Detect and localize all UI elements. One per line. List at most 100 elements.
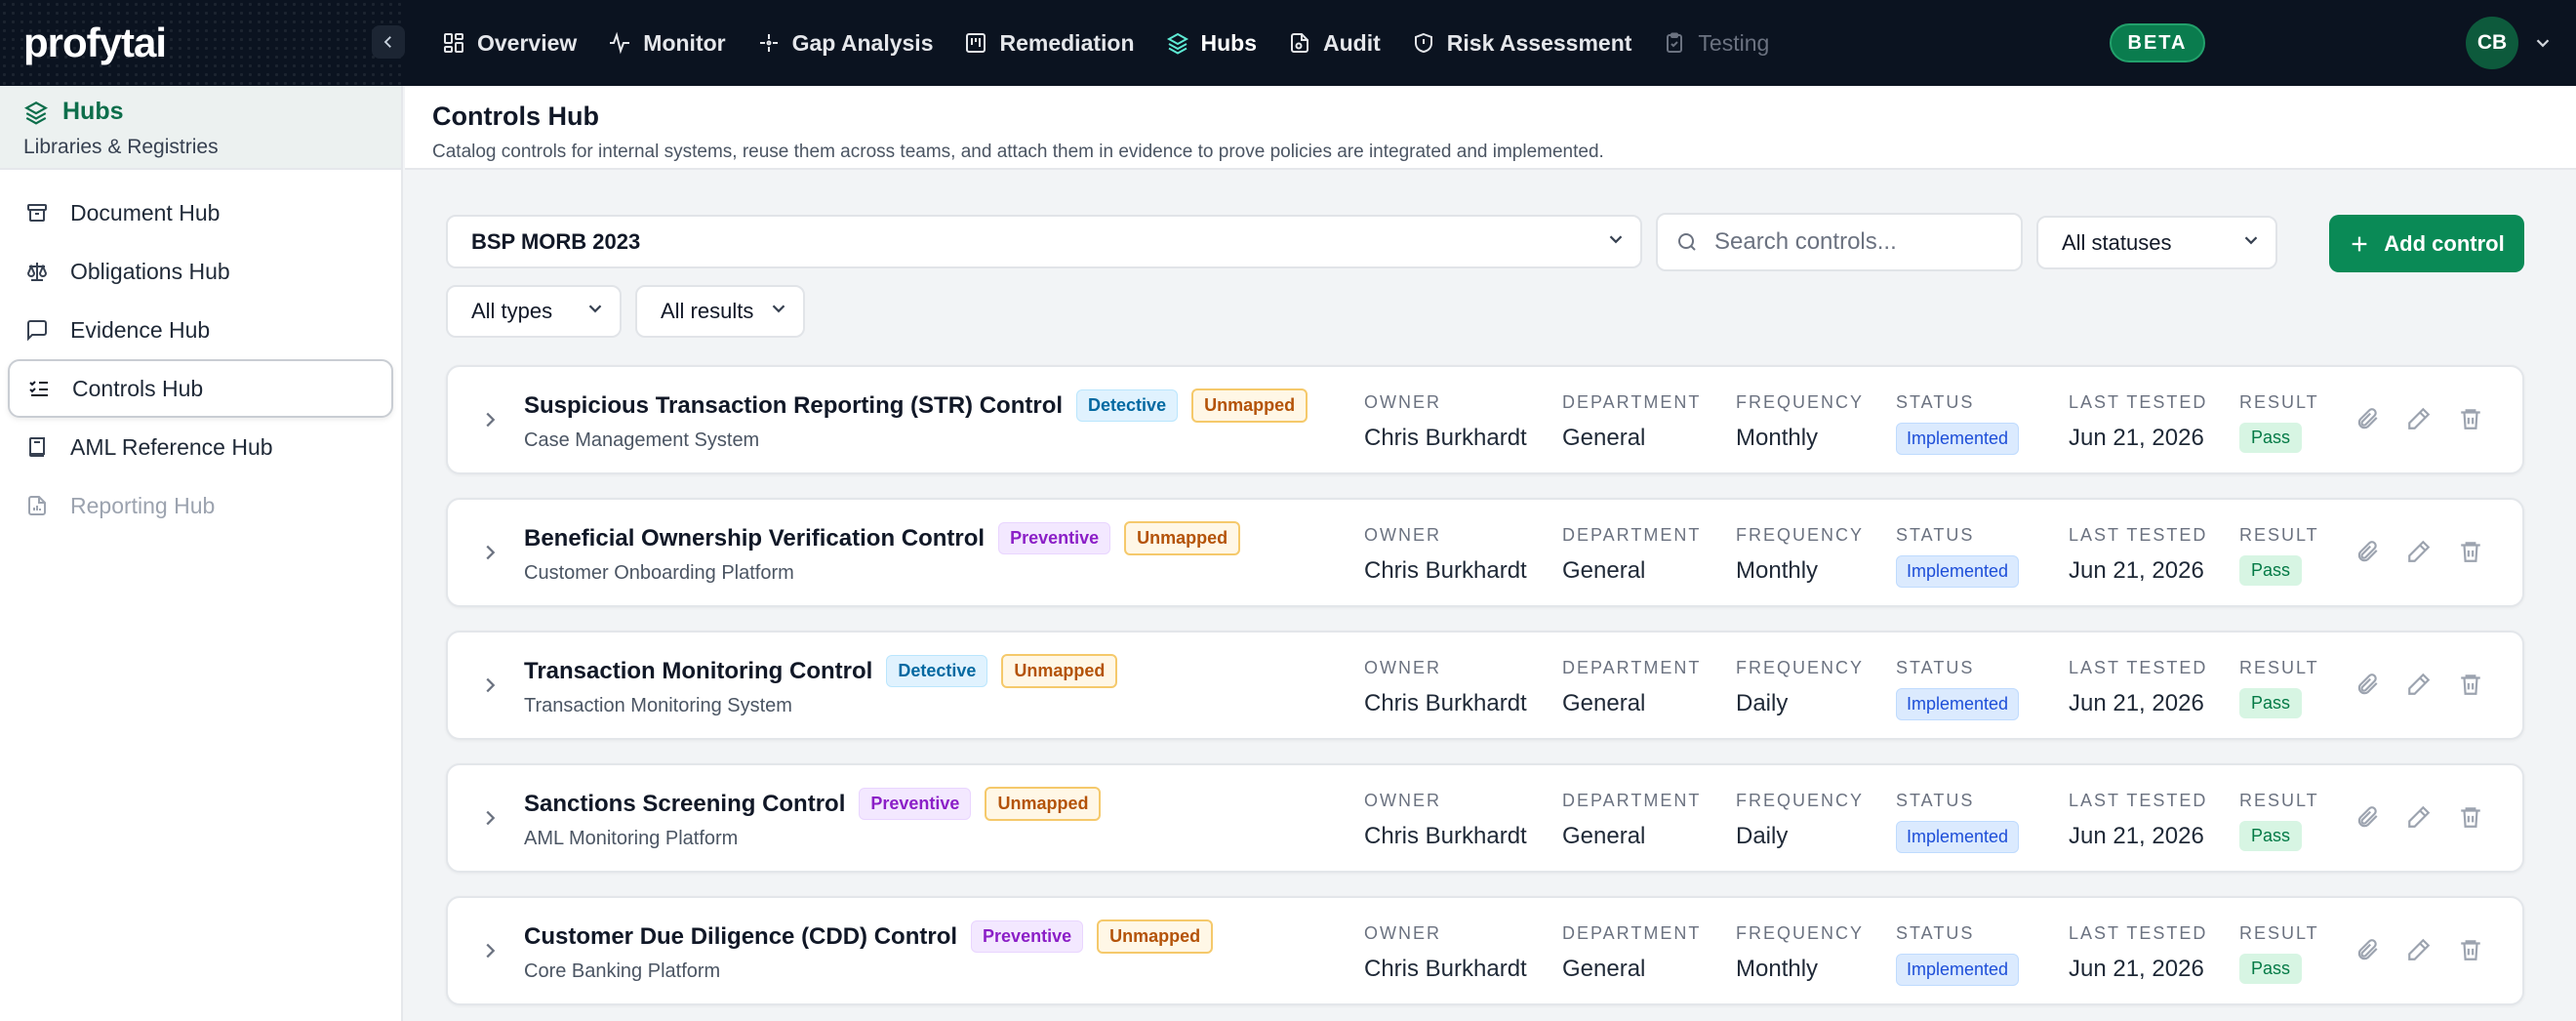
delete-button[interactable] bbox=[2458, 937, 2483, 962]
sidebar-item-document-hub[interactable]: Document Hub bbox=[8, 184, 393, 242]
department-cell: DEPARTMENT General bbox=[1562, 791, 1701, 850]
sidebar-item-label: Reporting Hub bbox=[70, 492, 216, 518]
file-search-icon bbox=[1291, 33, 1309, 53]
sidebar-item-controls-hub[interactable]: Controls Hub bbox=[8, 359, 393, 418]
edit-button[interactable] bbox=[2406, 804, 2432, 830]
kanban-icon bbox=[966, 33, 986, 53]
sidebar-subtitle: Libraries & Registries bbox=[23, 136, 219, 158]
add-control-button[interactable]: Add control bbox=[2329, 215, 2524, 272]
edit-button[interactable] bbox=[2406, 937, 2432, 962]
control-name[interactable]: Suspicious Transaction Reporting (STR) C… bbox=[524, 392, 1063, 420]
sidebar-item-aml-reference-hub[interactable]: AML Reference Hub bbox=[8, 418, 393, 476]
last-tested-label: LAST TESTED bbox=[2069, 791, 2208, 810]
sidebar-collapse-button[interactable] bbox=[372, 25, 405, 59]
control-row[interactable]: Beneficial Ownership Verification Contro… bbox=[446, 498, 2524, 607]
attach-button[interactable] bbox=[2355, 672, 2380, 697]
nav-audit[interactable]: Audit bbox=[1288, 0, 1381, 86]
nav-gap-analysis[interactable]: Gap Analysis bbox=[757, 0, 933, 86]
edit-button[interactable] bbox=[2406, 672, 2432, 697]
nav-testing[interactable]: Testing bbox=[1663, 0, 1769, 86]
search-placeholder: Search controls... bbox=[1714, 228, 1897, 255]
attach-button[interactable] bbox=[2355, 804, 2380, 830]
edit-button[interactable] bbox=[2406, 406, 2432, 431]
pencil-icon bbox=[2408, 407, 2431, 429]
result-badge: Pass bbox=[2239, 555, 2303, 586]
paperclip-icon bbox=[2357, 408, 2378, 429]
sidebar: Hubs Libraries & Registries Document Hub… bbox=[0, 86, 403, 1021]
nav-remediation[interactable]: Remediation bbox=[964, 0, 1135, 86]
user-avatar[interactable]: CB bbox=[2466, 17, 2518, 69]
expand-row-button[interactable] bbox=[479, 807, 501, 834]
framework-select[interactable]: BSP MORB 2023 bbox=[446, 215, 1642, 268]
attach-button[interactable] bbox=[2355, 406, 2380, 431]
delete-button[interactable] bbox=[2458, 804, 2483, 830]
mapping-badge: Unmapped bbox=[1001, 654, 1118, 688]
delete-button[interactable] bbox=[2458, 406, 2483, 431]
control-row[interactable]: Customer Due Diligence (CDD) Control Pre… bbox=[446, 896, 2524, 1005]
status-select[interactable]: All statuses bbox=[2036, 216, 2277, 269]
trash-icon bbox=[2461, 409, 2480, 429]
search-input[interactable]: Search controls... bbox=[1656, 213, 2023, 271]
last-tested-cell: LAST TESTED Jun 21, 2026 bbox=[2069, 392, 2207, 452]
app-logo[interactable]: profytai bbox=[23, 20, 167, 66]
layers-icon bbox=[24, 101, 48, 125]
control-name[interactable]: Beneficial Ownership Verification Contro… bbox=[524, 525, 985, 552]
status-cell: STATUS Implemented bbox=[1896, 791, 2020, 853]
sidebar-title: Hubs bbox=[23, 98, 378, 126]
status-label: STATUS bbox=[1896, 791, 1975, 810]
control-name[interactable]: Sanctions Screening Control bbox=[524, 791, 845, 818]
attach-button[interactable] bbox=[2355, 937, 2380, 962]
result-label: RESULT bbox=[2239, 525, 2319, 545]
expand-row-button[interactable] bbox=[479, 542, 501, 568]
frequency-cell: FREQUENCY Monthly bbox=[1736, 525, 1864, 585]
sidebar-item-evidence-hub[interactable]: Evidence Hub bbox=[8, 301, 393, 359]
sidebar-item-reporting-hub[interactable]: Reporting Hub bbox=[8, 476, 393, 535]
status-label: STATUS bbox=[1896, 658, 1975, 677]
trash-icon bbox=[2461, 807, 2480, 828]
result-select[interactable]: All results bbox=[635, 285, 805, 338]
control-row[interactable]: Suspicious Transaction Reporting (STR) C… bbox=[446, 365, 2524, 474]
status-badge: Implemented bbox=[1896, 423, 2020, 455]
nav-overview[interactable]: Overview bbox=[442, 0, 577, 86]
nav-risk-assessment[interactable]: Risk Assessment bbox=[1412, 0, 1631, 86]
result-label: RESULT bbox=[2239, 658, 2319, 677]
owner-label: OWNER bbox=[1364, 658, 1441, 677]
expand-row-button[interactable] bbox=[479, 940, 501, 966]
last-tested-value: Jun 21, 2026 bbox=[2069, 956, 2204, 982]
owner-cell: OWNER Chris Burkhardt bbox=[1364, 923, 1527, 983]
control-system: Customer Onboarding Platform bbox=[524, 562, 794, 584]
status-label: STATUS bbox=[1896, 392, 1975, 412]
delete-button[interactable] bbox=[2458, 672, 2483, 697]
expand-row-button[interactable] bbox=[479, 409, 501, 435]
nav-hubs[interactable]: Hubs bbox=[1166, 0, 1257, 86]
last-tested-cell: LAST TESTED Jun 21, 2026 bbox=[2069, 658, 2207, 717]
result-select-value: All results bbox=[661, 299, 754, 323]
attach-button[interactable] bbox=[2355, 539, 2380, 564]
sidebar-item-obligations-hub[interactable]: Obligations Hub bbox=[8, 242, 393, 301]
delete-button[interactable] bbox=[2458, 539, 2483, 564]
paperclip-icon bbox=[2357, 939, 2378, 960]
control-row[interactable]: Sanctions Screening Control Preventive U… bbox=[446, 763, 2524, 873]
owner-value: Chris Burkhardt bbox=[1364, 557, 1527, 584]
control-name-line: Transaction Monitoring Control Detective… bbox=[524, 654, 1131, 688]
status-select-value: All statuses bbox=[2062, 229, 2172, 255]
result-cell: RESULT Pass bbox=[2239, 392, 2319, 453]
search-icon bbox=[1678, 233, 1696, 251]
owner-label: OWNER bbox=[1364, 791, 1441, 810]
user-menu-chevron[interactable] bbox=[2532, 32, 2554, 59]
chevron-right-icon bbox=[486, 412, 496, 428]
type-select[interactable]: All types bbox=[446, 285, 622, 338]
nav-monitor[interactable]: Monitor bbox=[608, 0, 726, 86]
expand-row-button[interactable] bbox=[479, 674, 501, 701]
page-header: Controls Hub Catalog controls for intern… bbox=[405, 86, 2576, 170]
control-name[interactable]: Transaction Monitoring Control bbox=[524, 658, 872, 685]
last-tested-value: Jun 21, 2026 bbox=[2069, 557, 2204, 584]
control-row[interactable]: Transaction Monitoring Control Detective… bbox=[446, 631, 2524, 740]
department-label: DEPARTMENT bbox=[1562, 923, 1702, 943]
control-name[interactable]: Customer Due Diligence (CDD) Control bbox=[524, 923, 957, 951]
mapping-badge: Unmapped bbox=[1124, 521, 1241, 555]
edit-button[interactable] bbox=[2406, 539, 2432, 564]
sparkle-icon bbox=[759, 34, 778, 52]
last-tested-label: LAST TESTED bbox=[2069, 525, 2208, 545]
frequency-label: FREQUENCY bbox=[1736, 525, 1865, 545]
